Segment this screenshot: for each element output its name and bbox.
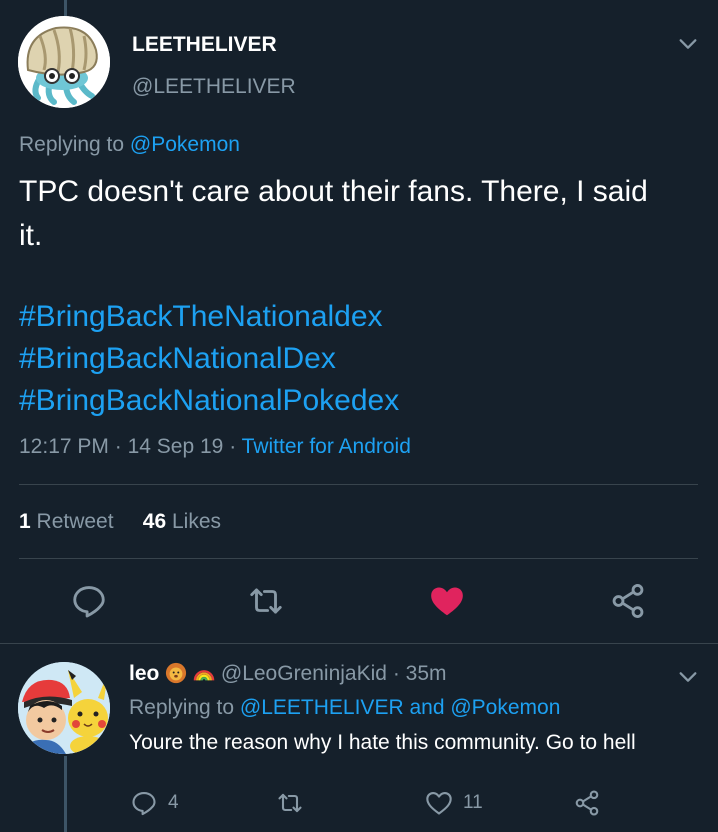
- heart-outline-icon: [426, 792, 452, 815]
- reply-replying-to-line: Replying to @LEETHELIVER and @Pokemon: [129, 696, 560, 720]
- reply-reply-button[interactable]: 4: [130, 788, 179, 818]
- ash-pikachu-avatar-image: [18, 662, 110, 754]
- retweet-icon: [278, 793, 302, 813]
- likes-stat[interactable]: 46 Likes: [143, 510, 221, 533]
- reply-like-count: 11: [463, 792, 483, 813]
- lion-emoji-icon: [166, 662, 187, 684]
- tweet-date: 14 Sep 19: [127, 435, 224, 458]
- hashtag-link[interactable]: #BringBackTheNationaldex: [19, 296, 399, 338]
- reply-author-avatar[interactable]: [18, 662, 110, 754]
- share-icon: [575, 790, 599, 816]
- author-handle[interactable]: @LEETHELIVER: [132, 75, 296, 99]
- author-name[interactable]: LEETHELIVER: [132, 33, 277, 57]
- retweet-icon[interactable]: [247, 582, 285, 620]
- thread-line-top: [64, 0, 67, 16]
- divider: [19, 558, 698, 559]
- thread-line-bottom: [64, 756, 67, 832]
- chevron-down-icon[interactable]: [677, 666, 699, 688]
- reply-like-button[interactable]: 11: [425, 788, 483, 818]
- reply-author-handle[interactable]: @LeoGreninjaKid: [221, 662, 387, 685]
- retweets-label: Retweet: [36, 510, 114, 533]
- tweet-source[interactable]: Twitter for Android: [242, 435, 411, 458]
- divider: [0, 643, 718, 644]
- rainbow-emoji-icon: [193, 670, 215, 681]
- reply-retweet-button[interactable]: [276, 788, 304, 818]
- author-avatar[interactable]: [18, 16, 110, 108]
- hashtag-list: #BringBackTheNationaldex #BringBackNatio…: [19, 296, 399, 422]
- replying-and: and: [409, 696, 445, 719]
- likes-label: Likes: [171, 510, 221, 533]
- replying-to-link[interactable]: @Pokemon: [450, 696, 560, 719]
- replying-to-line: Replying to @Pokemon: [19, 133, 240, 157]
- replying-prefix: Replying to: [129, 696, 235, 719]
- meta-separator: ·: [229, 435, 237, 458]
- reply-icon: [132, 792, 156, 816]
- tweet-meta: 12:17 PM · 14 Sep 19 · Twitter for Andro…: [19, 435, 411, 459]
- reply-age[interactable]: 35m: [406, 662, 447, 685]
- meta-separator: ·: [114, 435, 122, 458]
- replying-to-link[interactable]: @LEETHELIVER: [240, 696, 404, 719]
- reply-author-name[interactable]: leo: [129, 662, 159, 685]
- reply-reply-count: 4: [168, 792, 179, 813]
- reply-header: leo @LeoGreninjaKid · 35m: [129, 662, 447, 686]
- reply-share-button[interactable]: [573, 788, 601, 818]
- replying-prefix: Replying to: [19, 133, 125, 156]
- omanyte-avatar-image: [18, 16, 110, 108]
- chevron-down-icon[interactable]: [677, 33, 699, 55]
- hashtag-link[interactable]: #BringBackNationalPokedex: [19, 380, 399, 422]
- tweet-stats: 1 Retweet 46 Likes: [19, 510, 221, 534]
- divider: [19, 484, 698, 485]
- replying-to-link[interactable]: @Pokemon: [130, 133, 240, 156]
- hashtag-link[interactable]: #BringBackNationalDex: [19, 338, 399, 380]
- reply-icon[interactable]: [70, 582, 108, 620]
- tweet-time: 12:17 PM: [19, 435, 109, 458]
- heart-icon[interactable]: [428, 582, 466, 620]
- meta-separator: ·: [392, 662, 400, 685]
- reply-text: Youre the reason why I hate this communi…: [129, 731, 636, 754]
- likes-count: 46: [142, 510, 167, 533]
- share-icon[interactable]: [609, 582, 647, 620]
- retweets-stat[interactable]: 1 Retweet: [19, 510, 114, 533]
- tweet-text: TPC doesn't care about their fans. There…: [19, 175, 648, 252]
- retweets-count: 1: [19, 510, 31, 533]
